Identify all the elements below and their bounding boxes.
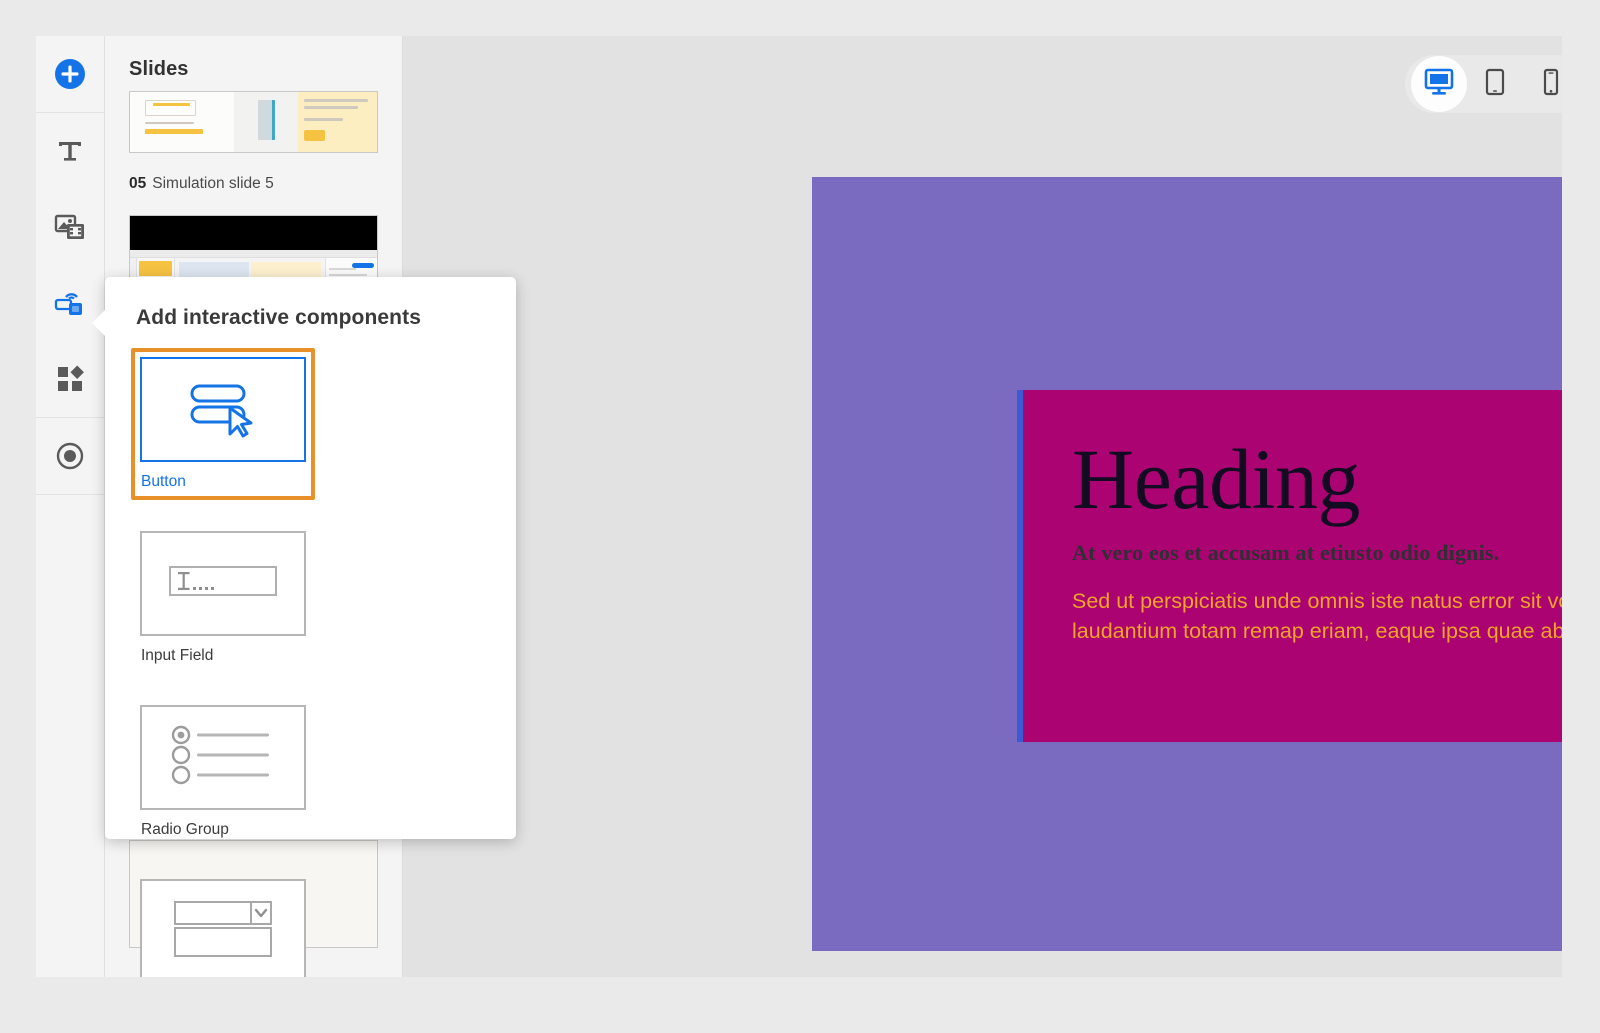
mobile-icon — [1542, 68, 1560, 101]
thumb-col-right — [297, 92, 377, 152]
slide-list-item[interactable] — [105, 91, 402, 153]
popup-title: Add interactive components — [136, 306, 421, 329]
text-icon — [55, 136, 85, 166]
plus-circle-icon — [53, 57, 87, 91]
thumb-col-mid — [233, 92, 298, 152]
text-tool[interactable] — [36, 113, 104, 189]
input-field-component-icon — [168, 559, 278, 608]
component-tile-preview — [140, 879, 306, 977]
device-mobile-button[interactable] — [1523, 61, 1562, 107]
component-tile-preview — [140, 705, 306, 810]
popup-pointer-notch — [92, 309, 106, 337]
slide-thumbnail-preview — [130, 92, 377, 152]
add-interactive-components-popup: Add interactive components Button Input … — [92, 277, 516, 977]
component-tile-preview — [140, 357, 306, 462]
slide-subheading[interactable]: At vero eos et accusam at etiusto odio d… — [1023, 522, 1562, 566]
media-icon — [54, 212, 86, 242]
tool-rail — [36, 36, 105, 977]
component-tile-preview — [140, 531, 306, 636]
add-button[interactable] — [36, 36, 104, 112]
interactive-components-icon — [53, 288, 87, 318]
component-tile-grid: Button Input Field Radio Group — [105, 330, 495, 977]
widgets-icon — [55, 364, 85, 394]
widgets-tool[interactable] — [36, 341, 104, 417]
tool-rail-group-content — [36, 113, 104, 418]
tool-rail-group-record — [36, 418, 104, 495]
canvas-area: Heading At vero eos et accusam at etiust… — [403, 36, 1562, 977]
desktop-icon — [1423, 67, 1455, 102]
slide-title: Simulation slide 5 — [152, 175, 274, 192]
thumb-black-bar — [130, 216, 377, 250]
thumb-mini-card — [139, 261, 172, 276]
component-tile-label: Button — [141, 473, 186, 490]
device-tablet-button[interactable] — [1467, 61, 1523, 107]
media-tool[interactable] — [36, 189, 104, 265]
slide-label: 05 Simulation slide 5 — [105, 175, 402, 201]
record-icon — [54, 440, 86, 472]
slides-panel-title: Slides — [129, 58, 189, 80]
slide-number: 05 — [129, 175, 147, 192]
component-tile-label: Input Field — [141, 647, 214, 664]
tablet-icon — [1484, 68, 1506, 101]
component-tile-label: Radio Group — [141, 821, 229, 838]
tool-rail-group-primary — [36, 36, 104, 113]
application-window: Slides 05 Simulation slide 5 Heading At … — [36, 36, 1562, 977]
thumb-col-left — [130, 92, 234, 152]
dropdown-component-icon — [173, 898, 273, 965]
device-switcher — [1405, 55, 1562, 113]
slide-heading[interactable]: Heading — [1023, 390, 1562, 522]
slide-body-text[interactable]: Sed ut perspiciatis unde omnis iste natu… — [1023, 566, 1562, 646]
component-tile-input-field[interactable]: Input Field — [131, 522, 315, 674]
component-tile-radio-group[interactable]: Radio Group — [131, 696, 315, 848]
component-tile-dropdown[interactable]: Dropdown — [131, 870, 315, 977]
button-component-icon — [180, 376, 266, 443]
slide-thumbnail[interactable] — [129, 91, 378, 153]
device-desktop-button[interactable] — [1411, 56, 1467, 112]
slide-canvas[interactable]: Heading At vero eos et accusam at etiust… — [812, 177, 1562, 951]
thumb-mini-titlebar — [130, 250, 377, 258]
record-tool[interactable] — [36, 418, 104, 494]
component-tile-button[interactable]: Button — [131, 348, 315, 500]
radio-group-component-icon — [167, 723, 279, 792]
content-text-box[interactable]: Heading At vero eos et accusam at etiust… — [1017, 390, 1562, 742]
